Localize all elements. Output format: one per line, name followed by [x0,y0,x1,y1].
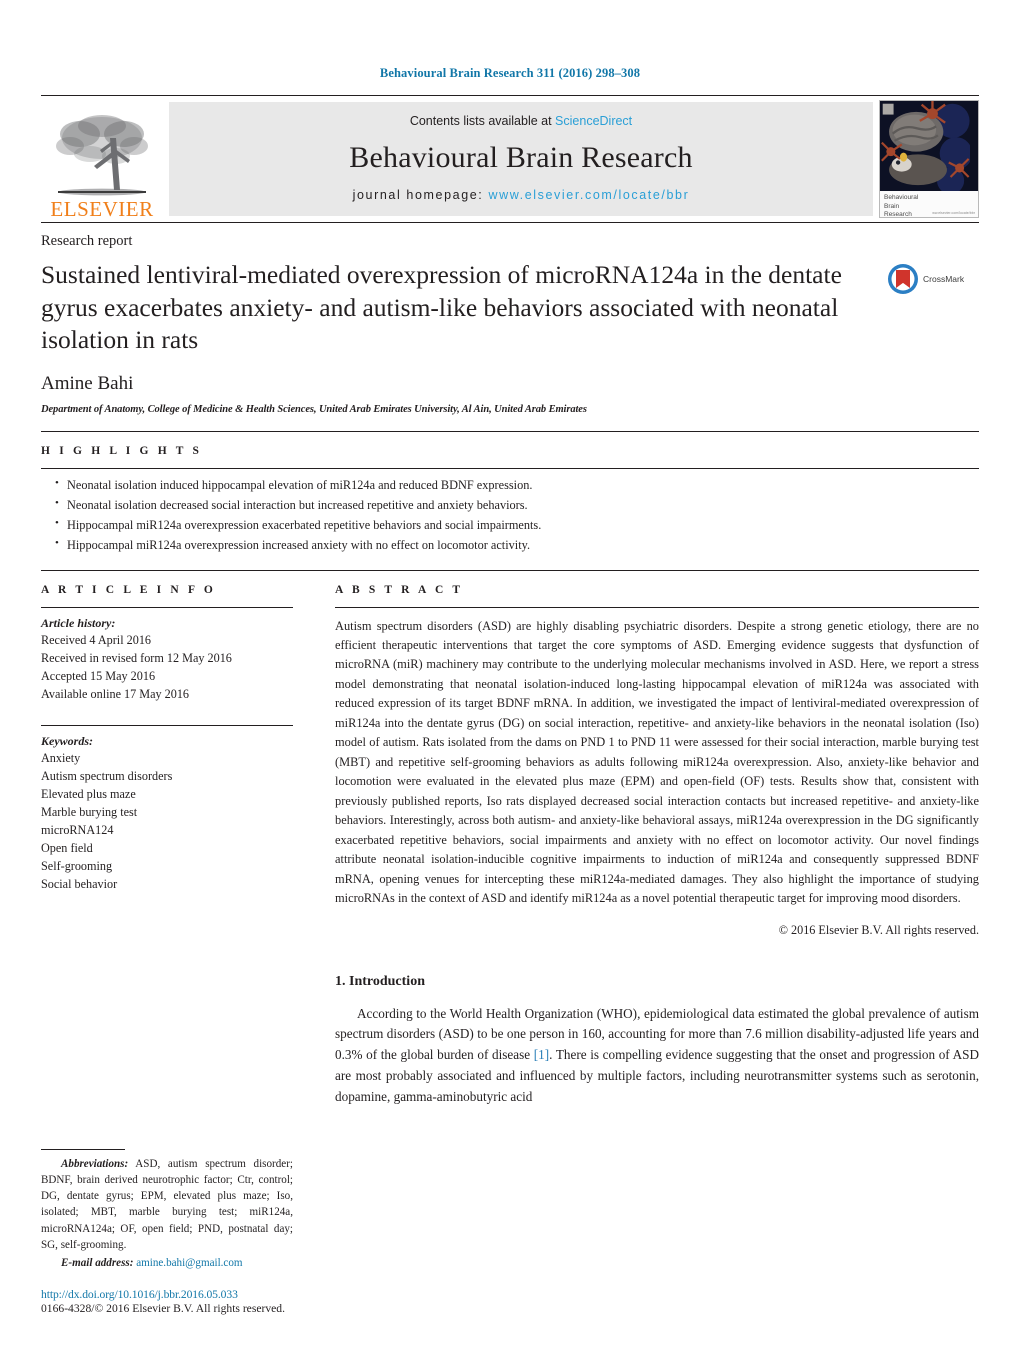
journal-masthead: ELSEVIER Contents lists available at Sci… [41,95,979,222]
citation-link-1[interactable]: [1] [534,1047,549,1062]
article-info-divider [41,606,293,608]
keywords-divider [41,724,293,726]
list-item: Neonatal isolation decreased social inte… [55,495,979,516]
journal-article-page: Behavioural Brain Research 311 (2016) 29… [0,0,1020,1351]
journal-reference: Behavioural Brain Research 311 (2016) 29… [379,66,641,80]
journal-cover-thumbnail: Behavioural Brain Research ww.elsevier.c… [879,100,979,218]
abstract-text: Autism spectrum disorders (ASD) are high… [335,618,979,906]
journal-homepage-line: journal homepage: www.elsevier.com/locat… [353,188,690,202]
title-row: Sustained lentiviral-mediated overexpres… [41,259,979,357]
issn-copyright: 0166-4328/© 2016 Elsevier B.V. All right… [41,1302,285,1315]
journal-homepage-link[interactable]: www.elsevier.com/locate/bbr [488,188,689,202]
abstract-divider [335,606,979,608]
cover-artwork-icon [880,101,971,192]
keyword-item: Anxiety [41,750,81,765]
history-online: Available online 17 May 2016 [41,686,190,701]
body-left-column [41,974,293,1108]
list-item: Hippocampal miR124a overexpression incre… [55,535,979,556]
abbreviations-note: Abbreviations: ASD, autism spectrum diso… [41,1156,293,1253]
list-item: Hippocampal miR124a overexpression exace… [55,515,979,536]
author-affiliation: Department of Anatomy, College of Medici… [41,403,587,415]
crossmark-label: CrossMark [923,274,965,284]
article-info-column: A R T I C L E I N F O Article history: R… [41,584,293,938]
elsevier-wordmark: ELSEVIER [50,197,154,221]
author-name: Amine Bahi [41,372,134,394]
abstract-column: A B S T R A C T Autism spectrum disorder… [335,584,979,938]
cover-label-line2: Brain [884,202,900,210]
history-accepted: Accepted 15 May 2016 [41,668,156,683]
footnote-block: Abbreviations: ASD, autism spectrum diso… [41,1148,293,1269]
contents-prefix-text: Contents lists available at [409,114,556,128]
body-columns: 1. Introduction According to the World H… [41,974,979,1108]
crossmark-badge[interactable]: CrossMark [887,259,979,295]
keyword-item: Autism spectrum disorders [41,768,173,783]
highlights-list: Neonatal isolation induced hippocampal e… [41,475,979,556]
sciencedirect-link[interactable]: ScienceDirect [555,114,632,128]
contents-available-line: Contents lists available at ScienceDirec… [410,114,632,128]
abbreviations-label: Abbreviations: [61,1157,129,1170]
footnote-divider [41,1148,125,1150]
article-section-type: Research report [41,233,133,249]
abbreviations-text: ASD, autism spectrum disorder; BDNF, bra… [41,1157,293,1251]
elsevier-tree-icon [56,115,148,196]
keyword-item: microRNA124 [41,822,114,837]
doi-link[interactable]: http://dx.doi.org/10.1016/j.bbr.2016.05.… [41,1288,461,1301]
keywords-spacer [41,703,293,725]
doi-footer: http://dx.doi.org/10.1016/j.bbr.2016.05.… [41,1288,461,1315]
journal-banner: Contents lists available at ScienceDirec… [169,102,873,216]
keywords-label: Keywords: [41,733,93,748]
journal-title: Behavioural Brain Research [349,141,693,174]
introduction-heading: 1. Introduction [335,973,425,989]
highlights-heading: H I G H L I G H T S [41,444,203,457]
cover-label-line1: Behavioural [884,194,919,202]
keyword-item: Social behavior [41,877,118,892]
article-info-heading: A R T I C L E I N F O [41,583,216,596]
highlights-divider [41,467,979,469]
introduction-section: 1. Introduction According to the World H… [335,974,979,1108]
cover-label: Behavioural Brain Research ww.elsevier.c… [880,191,978,217]
keyword-item: Marble burying test [41,804,138,819]
list-item: Neonatal isolation induced hippocampal e… [55,475,979,496]
abstract-copyright: © 2016 Elsevier B.V. All rights reserved… [778,922,979,937]
keyword-item: Self-grooming [41,858,113,873]
article-history-label: Article history: [41,615,116,630]
page-title: Sustained lentiviral-mediated overexpres… [41,260,842,355]
introduction-paragraph: According to the World Health Organizati… [335,1004,979,1108]
info-abstract-row: A R T I C L E I N F O Article history: R… [41,569,979,938]
keyword-item: Elevated plus maze [41,786,136,801]
elsevier-logo: ELSEVIER [41,96,163,222]
email-note: E-mail address: amine.bahi@gmail.com [41,1257,293,1269]
keyword-item: Open field [41,840,93,855]
highlights-section: H I G H L I G H T S Neonatal isolation i… [41,430,979,556]
crossmark-icon [888,264,918,294]
homepage-prefix-text: journal homepage: [352,188,489,202]
abstract-heading: A B S T R A C T [335,583,464,596]
email-label: E-mail address: [61,1257,134,1269]
history-received: Received 4 April 2016 [41,632,152,647]
email-link[interactable]: amine.bahi@gmail.com [136,1257,242,1269]
history-revised: Received in revised form 12 May 2016 [41,650,232,665]
cover-label-url: ww.elsevier.com/locate/bbr [932,210,975,215]
